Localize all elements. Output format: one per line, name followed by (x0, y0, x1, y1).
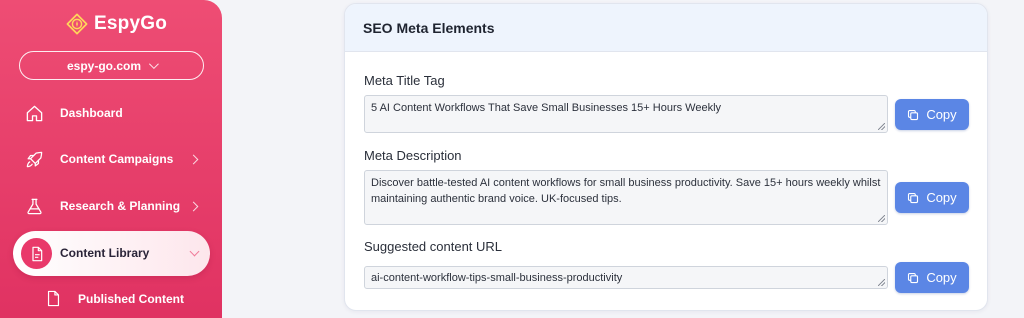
sidebar-item-content-library[interactable]: Content Library (13, 231, 210, 276)
copy-button-label: Copy (926, 190, 957, 205)
sidebar-item-label: Dashboard (60, 106, 123, 120)
home-icon (24, 103, 44, 123)
chevron-down-icon (148, 59, 159, 70)
meta-title-field[interactable]: 5 AI Content Workflows That Save Small B… (364, 95, 888, 133)
suggested-url-label: Suggested content URL (364, 239, 503, 254)
rocket-icon (24, 149, 44, 169)
chevron-right-icon (188, 201, 199, 211)
copy-suggested-url-button[interactable]: Copy (895, 262, 969, 293)
sidebar-item-research-planning[interactable]: Research & Planning (0, 183, 222, 229)
resize-handle-icon[interactable] (878, 215, 885, 222)
sidebar-item-label: Content Campaigns (60, 152, 174, 166)
site-selector[interactable]: espy-go.com (19, 51, 204, 80)
suggested-url-field[interactable]: ai-content-workflow-tips-small-business-… (364, 266, 888, 289)
meta-description-value: Discover battle-tested AI content workfl… (371, 177, 881, 205)
seo-meta-card: SEO Meta Elements Meta Title Tag 5 AI Co… (344, 3, 988, 311)
meta-description-label: Meta Description (364, 148, 462, 163)
copy-meta-description-button[interactable]: Copy (895, 182, 969, 213)
copy-meta-title-button[interactable]: Copy (895, 99, 969, 130)
copy-button-label: Copy (926, 107, 957, 122)
meta-title-label: Meta Title Tag (364, 73, 445, 88)
document-icon (21, 238, 52, 269)
sidebar: EspyGo espy-go.com Dashboard Content Cam… (0, 0, 222, 318)
copy-button-label: Copy (926, 270, 957, 285)
logo-text: EspyGo (94, 13, 167, 34)
file-icon (47, 290, 60, 307)
sidebar-item-content-campaigns[interactable]: Content Campaigns (0, 136, 222, 182)
suggested-url-value: ai-content-workflow-tips-small-business-… (371, 272, 623, 284)
copy-icon (908, 109, 919, 120)
logo[interactable]: EspyGo (66, 12, 167, 36)
meta-description-field[interactable]: Discover battle-tested AI content workfl… (364, 170, 888, 225)
resize-handle-icon[interactable] (878, 279, 885, 286)
card-title: SEO Meta Elements (345, 4, 987, 52)
sidebar-item-label: Research & Planning (60, 199, 181, 213)
meta-title-value: 5 AI Content Workflows That Save Small B… (371, 102, 722, 114)
sidebar-item-dashboard[interactable]: Dashboard (0, 90, 222, 136)
flask-icon (24, 196, 44, 216)
resize-handle-icon[interactable] (878, 123, 885, 130)
sidebar-item-label: Content Library (60, 246, 150, 260)
copy-icon (908, 192, 919, 203)
compass-diamond-icon (66, 13, 88, 35)
sidebar-subitem-published-content[interactable]: Published Content (46, 290, 184, 307)
chevron-down-icon (189, 246, 200, 257)
chevron-right-icon (188, 154, 199, 164)
site-selector-value: espy-go.com (66, 58, 141, 73)
copy-icon (908, 272, 919, 283)
sidebar-item-label: Published Content (78, 291, 184, 306)
